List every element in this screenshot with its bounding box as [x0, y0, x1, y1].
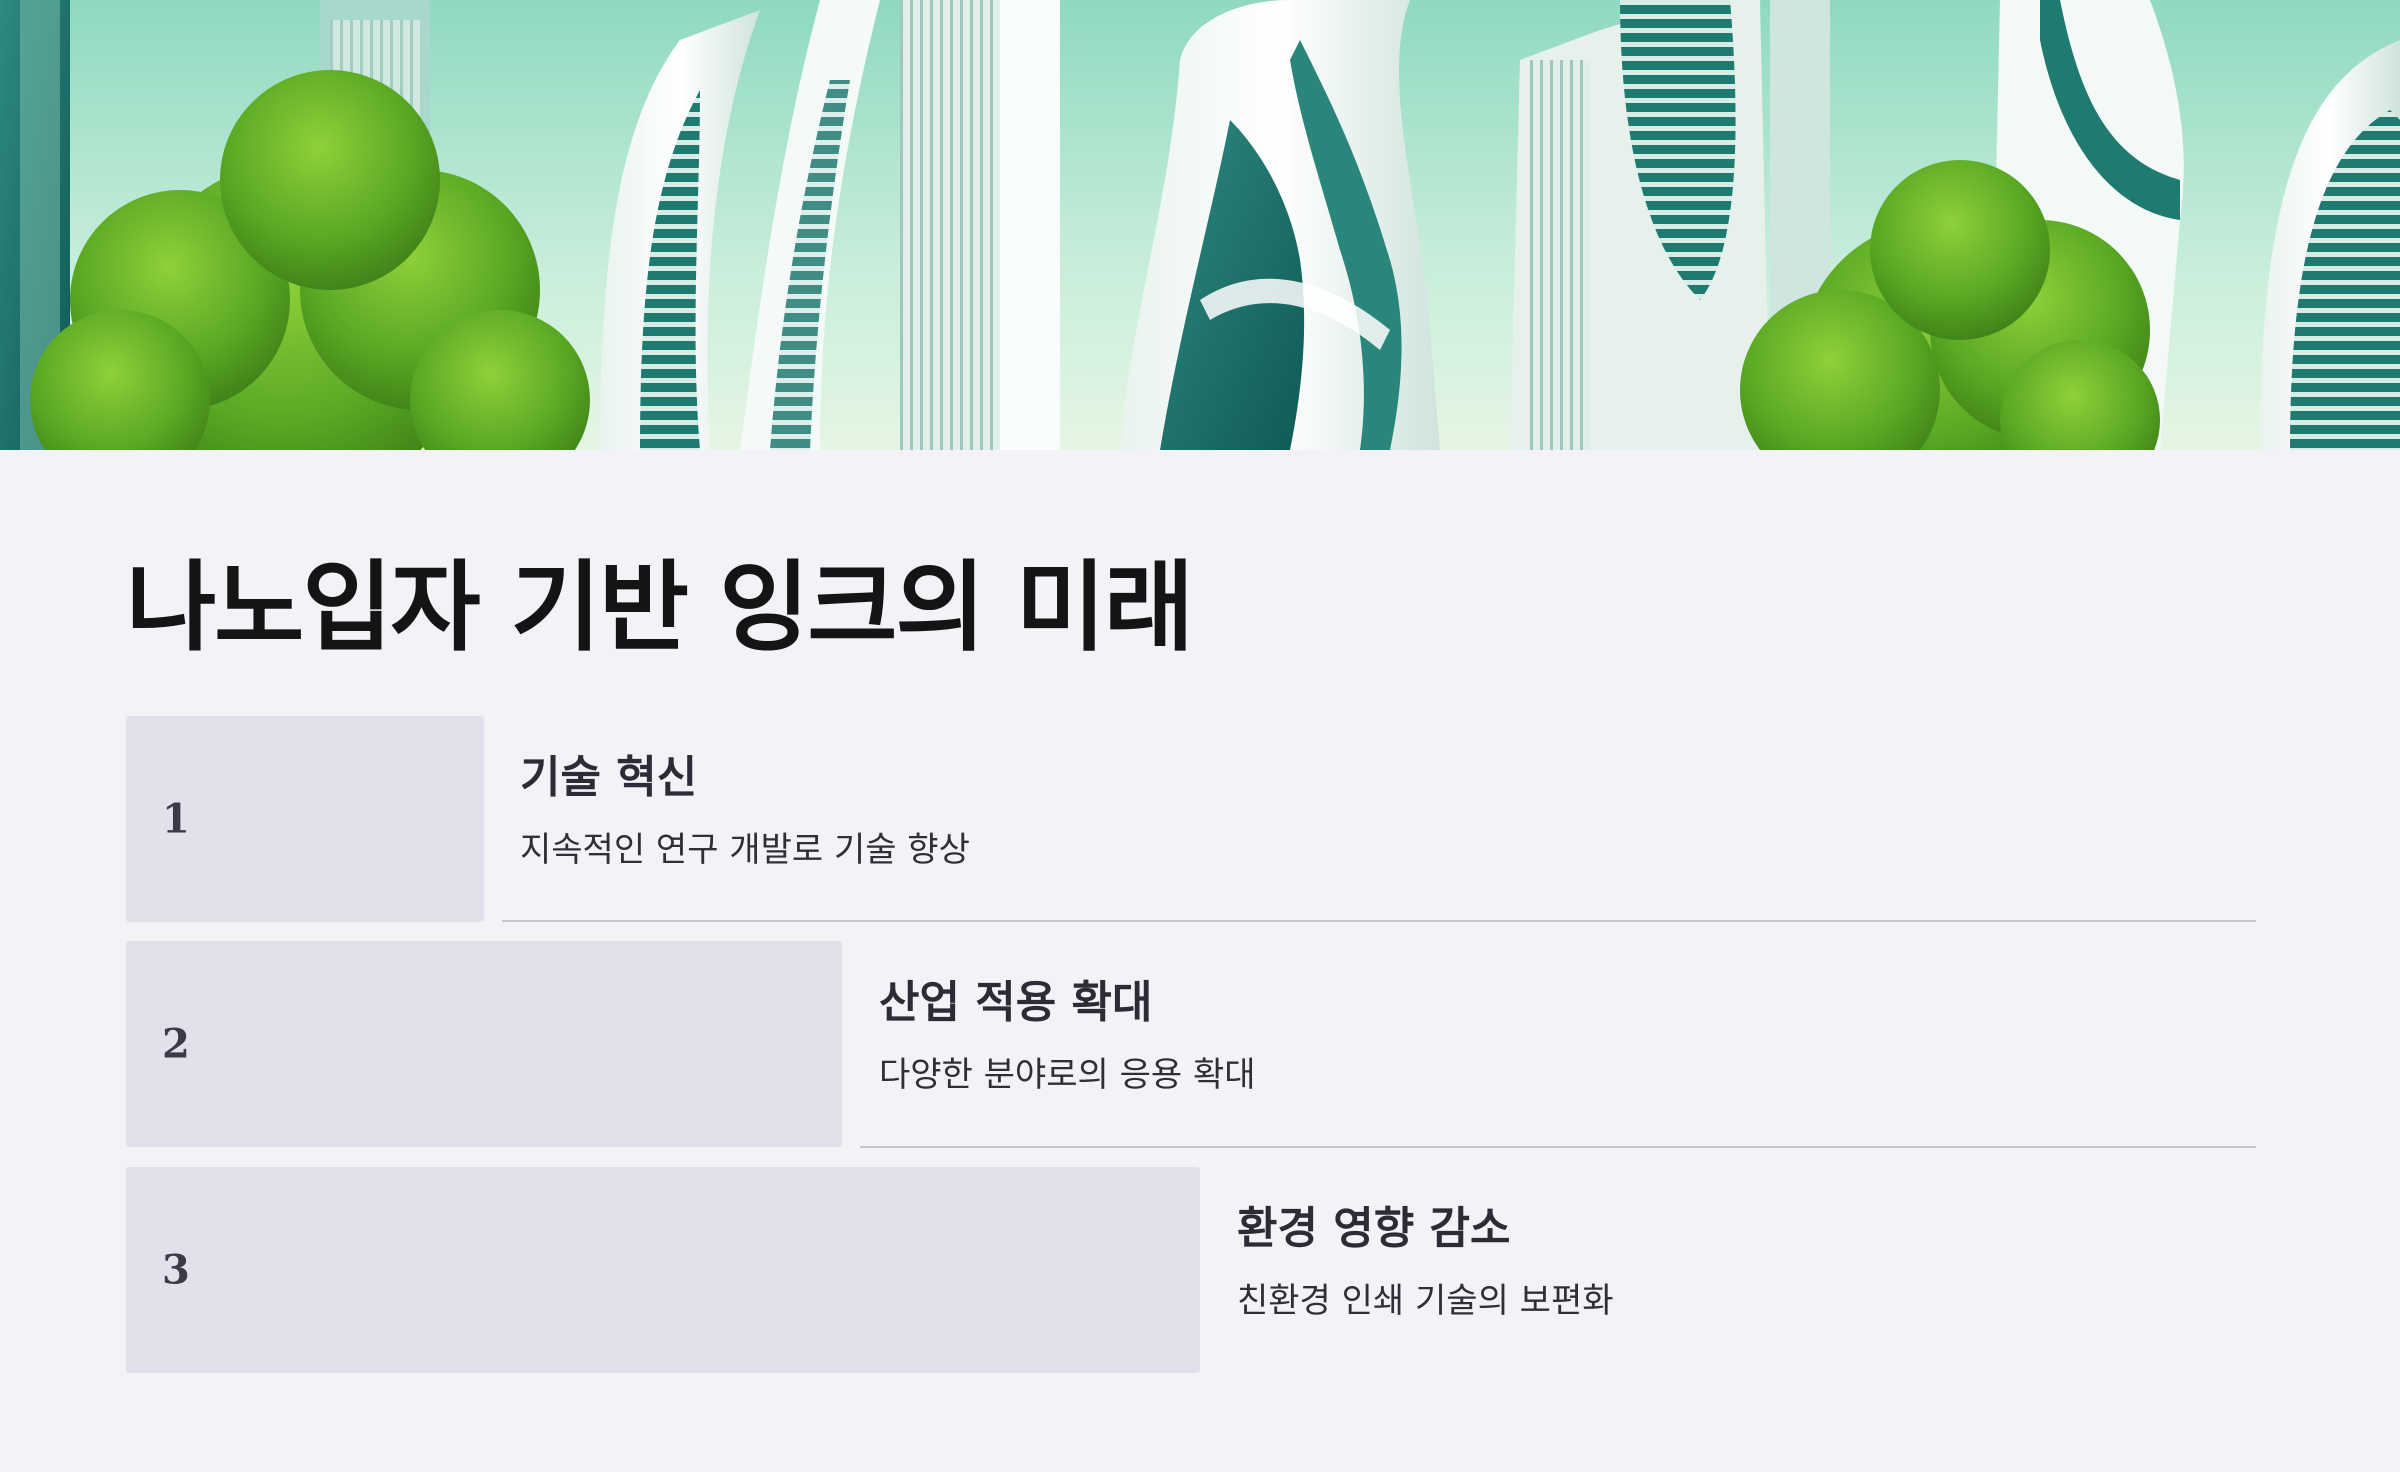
hero-image: [0, 0, 2400, 450]
step-1-block: 1: [126, 716, 484, 922]
step-title: 환경 영향 감소: [1237, 1203, 1511, 1254]
slide: 나노입자 기반 잉크의 미래 1 기술 혁신 지속적인 연구 개발로 기술 향상…: [0, 0, 2400, 1472]
step-number: 2: [162, 1020, 190, 1068]
step-title: 기술 혁신: [520, 752, 698, 803]
step-number: 1: [162, 795, 190, 843]
step-description: 지속적인 연구 개발로 기술 향상: [520, 830, 970, 870]
page-title: 나노입자 기반 잉크의 미래: [126, 551, 1194, 665]
step-number: 3: [162, 1246, 190, 1294]
step-3-block: 3: [126, 1167, 1200, 1373]
step-divider: [502, 920, 2256, 922]
step-description: 친환경 인쇄 기술의 보편화: [1237, 1281, 1614, 1321]
step-description: 다양한 분야로의 응용 확대: [879, 1055, 1256, 1095]
step-2-block: 2: [126, 941, 842, 1147]
step-2-text: 산업 적용 확대 다양한 분야로의 응용 확대: [879, 975, 1256, 1097]
step-divider: [860, 1146, 2256, 1148]
step-title: 산업 적용 확대: [879, 977, 1153, 1028]
step-3-text: 환경 영향 감소 친환경 인쇄 기술의 보편화: [1237, 1201, 1614, 1323]
step-1-text: 기술 혁신 지속적인 연구 개발로 기술 향상: [520, 750, 970, 872]
